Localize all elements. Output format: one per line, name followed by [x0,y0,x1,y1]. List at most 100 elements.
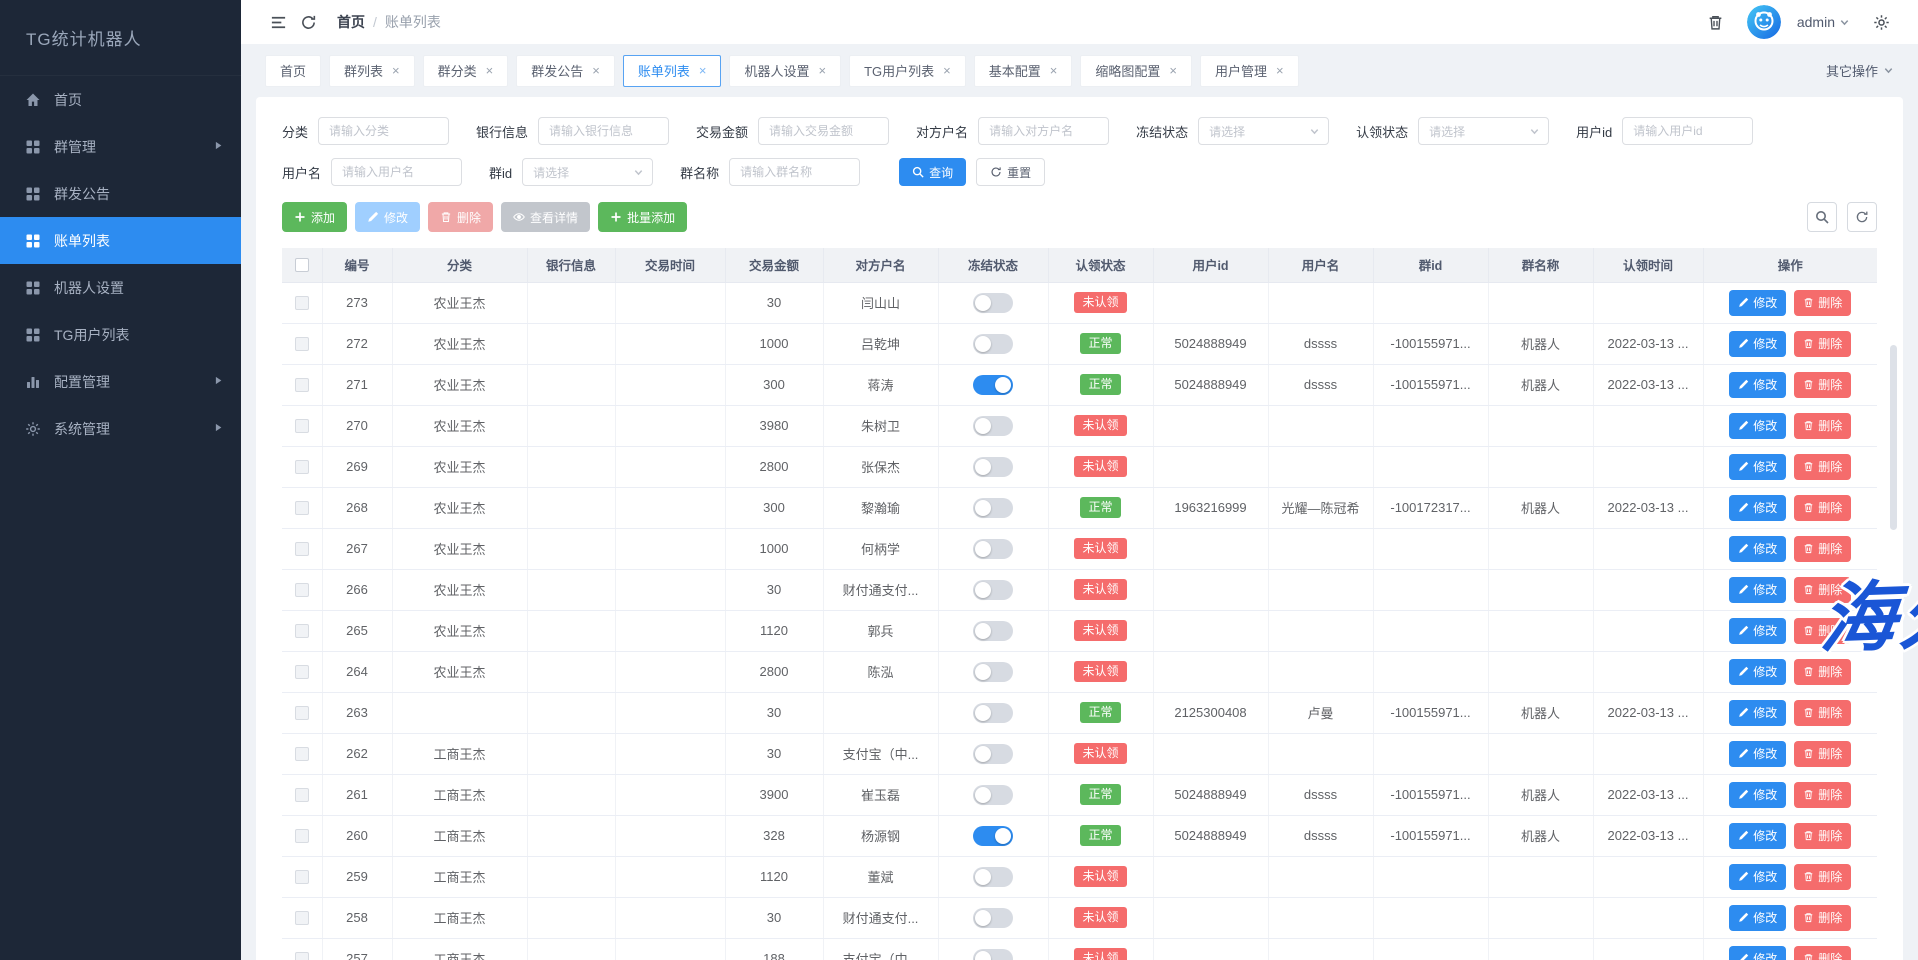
row-delete-button[interactable]: 删除 [1794,823,1851,849]
row-edit-button[interactable]: 修改 [1729,536,1786,562]
add-button[interactable]: 添加 [282,202,347,232]
sidebar-item-tg-user-list[interactable]: TG用户列表 [0,311,241,358]
frozen-toggle[interactable] [973,744,1013,764]
close-icon[interactable]: × [1050,64,1058,77]
search-button[interactable]: 查询 [899,158,966,186]
tab-base-config[interactable]: 基本配置× [974,55,1073,87]
settings-gear-icon[interactable] [1866,7,1896,37]
refresh-icon[interactable] [293,7,323,37]
row-edit-button[interactable]: 修改 [1729,372,1786,398]
tab-home[interactable]: 首页 [265,55,321,87]
view-detail-button[interactable]: 查看详情 [501,202,590,232]
frozen-toggle[interactable] [973,867,1013,887]
sidebar-item-system-manage[interactable]: 系统管理 [0,405,241,452]
sidebar-item-config-manage[interactable]: 配置管理 [0,358,241,405]
row-edit-button[interactable]: 修改 [1729,290,1786,316]
delete-button[interactable]: 删除 [428,202,493,232]
row-edit-button[interactable]: 修改 [1729,659,1786,685]
frozen-toggle[interactable] [973,375,1013,395]
frozen-toggle[interactable] [973,908,1013,928]
row-checkbox[interactable] [295,870,309,884]
sidebar-item-bill-list[interactable]: 账单列表 [0,217,241,264]
group-id-select[interactable]: 请选择 [522,158,653,186]
row-delete-button[interactable]: 删除 [1794,741,1851,767]
sidebar-item-robot-settings[interactable]: 机器人设置 [0,264,241,311]
select-all-checkbox[interactable] [295,258,309,272]
row-delete-button[interactable]: 删除 [1794,577,1851,603]
close-icon[interactable]: × [943,64,951,77]
close-icon[interactable]: × [392,64,400,77]
sidebar-item-home[interactable]: 首页 [0,76,241,123]
tab-bill-list[interactable]: 账单列表× [623,55,722,87]
frozen-toggle[interactable] [973,334,1013,354]
row-delete-button[interactable]: 删除 [1794,413,1851,439]
row-delete-button[interactable]: 删除 [1794,782,1851,808]
more-actions-dropdown[interactable]: 其它操作 [1826,61,1894,80]
table-scrollbar[interactable] [1890,345,1897,530]
row-delete-button[interactable]: 删除 [1794,618,1851,644]
row-delete-button[interactable]: 删除 [1794,454,1851,480]
row-checkbox[interactable] [295,952,309,960]
table-refresh-icon[interactable] [1847,202,1877,232]
avatar[interactable] [1747,5,1781,39]
close-icon[interactable]: × [699,64,707,77]
close-icon[interactable]: × [818,64,826,77]
tab-group-cat[interactable]: 群分类× [423,55,509,87]
user-name-input[interactable] [331,158,462,186]
row-delete-button[interactable]: 删除 [1794,946,1851,960]
row-edit-button[interactable]: 修改 [1729,905,1786,931]
row-edit-button[interactable]: 修改 [1729,700,1786,726]
row-edit-button[interactable]: 修改 [1729,577,1786,603]
row-edit-button[interactable]: 修改 [1729,331,1786,357]
row-delete-button[interactable]: 删除 [1794,905,1851,931]
trade-amount-input[interactable] [758,117,889,145]
row-edit-button[interactable]: 修改 [1729,413,1786,439]
row-edit-button[interactable]: 修改 [1729,782,1786,808]
row-checkbox[interactable] [295,665,309,679]
breadcrumb-home[interactable]: 首页 [337,12,365,32]
frozen-toggle[interactable] [973,416,1013,436]
trash-icon[interactable] [1701,7,1731,37]
row-edit-button[interactable]: 修改 [1729,618,1786,644]
row-delete-button[interactable]: 删除 [1794,331,1851,357]
close-icon[interactable]: × [486,64,494,77]
row-edit-button[interactable]: 修改 [1729,864,1786,890]
tab-robot-set[interactable]: 机器人设置× [729,55,841,87]
frozen-toggle[interactable] [973,826,1013,846]
user-id-input[interactable] [1622,117,1753,145]
row-checkbox[interactable] [295,583,309,597]
frozen-toggle[interactable] [973,580,1013,600]
row-delete-button[interactable]: 删除 [1794,864,1851,890]
row-edit-button[interactable]: 修改 [1729,741,1786,767]
table-search-icon[interactable] [1807,202,1837,232]
row-delete-button[interactable]: 删除 [1794,536,1851,562]
frozen-toggle[interactable] [973,539,1013,559]
batch-add-button[interactable]: 批量添加 [598,202,687,232]
row-delete-button[interactable]: 删除 [1794,700,1851,726]
reset-button[interactable]: 重置 [976,158,1045,186]
row-delete-button[interactable]: 删除 [1794,659,1851,685]
close-icon[interactable]: × [1169,64,1177,77]
row-checkbox[interactable] [295,542,309,556]
row-checkbox[interactable] [295,624,309,638]
row-checkbox[interactable] [295,747,309,761]
row-edit-button[interactable]: 修改 [1729,495,1786,521]
row-delete-button[interactable]: 删除 [1794,495,1851,521]
tab-group-list[interactable]: 群列表× [329,55,415,87]
counterparty-input[interactable] [978,117,1109,145]
row-edit-button[interactable]: 修改 [1729,823,1786,849]
row-edit-button[interactable]: 修改 [1729,454,1786,480]
frozen-toggle[interactable] [973,949,1013,960]
row-checkbox[interactable] [295,460,309,474]
row-delete-button[interactable]: 删除 [1794,372,1851,398]
bank-info-input[interactable] [538,117,669,145]
close-icon[interactable]: × [1276,64,1284,77]
sidebar-item-group-announce[interactable]: 群发公告 [0,170,241,217]
tab-thumb-config[interactable]: 缩略图配置× [1080,55,1192,87]
row-checkbox[interactable] [295,911,309,925]
row-checkbox[interactable] [295,419,309,433]
user-menu[interactable]: admin [1797,14,1850,30]
tab-user-manage[interactable]: 用户管理× [1200,55,1299,87]
tab-announce[interactable]: 群发公告× [516,55,615,87]
group-name-input[interactable] [729,158,860,186]
